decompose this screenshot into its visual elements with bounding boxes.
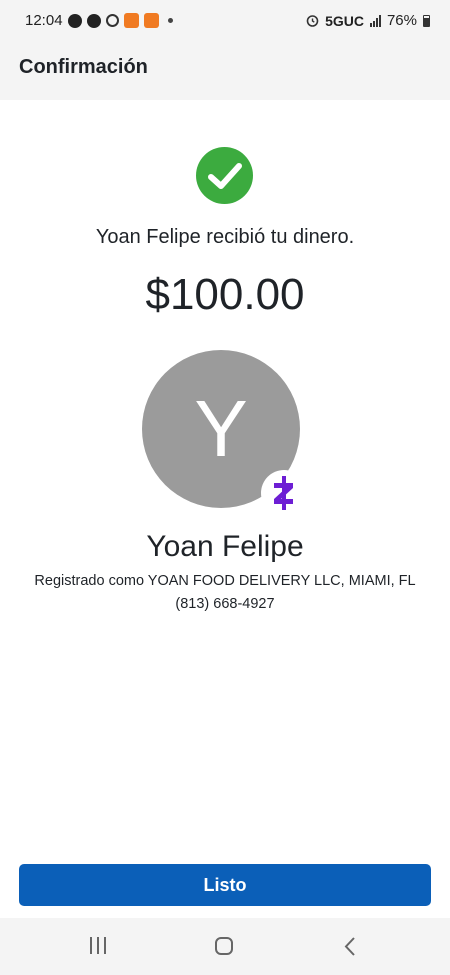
status-right: 5GUC 76% [306, 12, 430, 29]
status-bar: 12:04 5GUC 76% [0, 0, 450, 42]
more-notifications-icon [167, 18, 173, 23]
signal-icon [369, 14, 381, 27]
amount: $100.00 [145, 270, 305, 319]
confirmation-message: Yoan Felipe recibió tu dinero. [95, 226, 355, 248]
zelle-logo [274, 476, 293, 510]
battery-percentage: 76% [386, 12, 417, 29]
battery-icon [423, 14, 430, 27]
checkmark-icon [207, 162, 242, 189]
network-type: 5GUC [325, 12, 364, 29]
system-nav-bar [0, 918, 450, 975]
status-left: 12:04 [25, 12, 173, 29]
recents-icon[interactable] [90, 937, 106, 954]
page-title: Confirmación [19, 56, 148, 78]
recipient-phone: (813) 668-4927 [175, 596, 275, 612]
back-icon[interactable] [344, 937, 356, 956]
registered-as-text: Registrado como YOAN FOOD DELIVERY LLC, … [34, 573, 416, 589]
done-button[interactable]: Listo [19, 864, 431, 906]
recipient-name: Yoan Felipe [146, 530, 304, 563]
messenger-notification-icon-2 [86, 13, 101, 28]
avatar-initial: Y [194, 384, 248, 473]
status-time: 12:04 [25, 12, 63, 29]
zelle-icon [261, 470, 307, 516]
checkmark-circle-icon [196, 147, 253, 204]
alarm-icon [306, 15, 319, 27]
threads-notification-icon [105, 14, 119, 27]
home-icon[interactable] [215, 937, 233, 955]
header: Confirmación [0, 42, 450, 100]
messenger-notification-icon [67, 13, 82, 28]
app-notification-icon [123, 13, 139, 28]
app-notification-icon-2 [143, 13, 159, 28]
